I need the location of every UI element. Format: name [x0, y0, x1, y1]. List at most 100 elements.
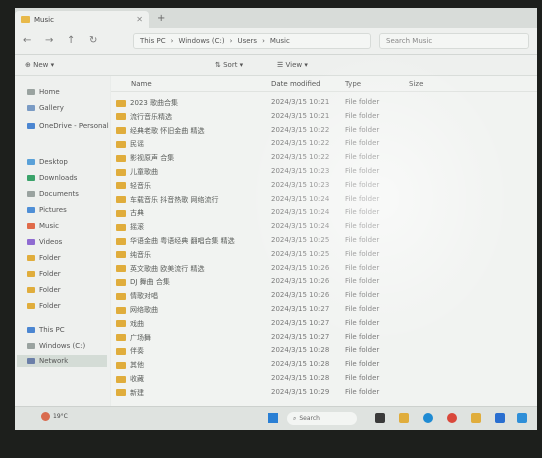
title-bar: Music ✕ +: [15, 8, 537, 28]
sidebar-item-music[interactable]: Music: [27, 220, 59, 232]
sidebar-item-folder[interactable]: Folder: [27, 300, 61, 312]
file-row[interactable]: 华语金曲 粤语经典 翻唱合集 精选 2024/3/15 10:25 File fol…: [111, 234, 537, 247]
sidebar-item-gallery[interactable]: Gallery: [27, 102, 64, 114]
file-type: File folder: [345, 291, 380, 300]
tab-music[interactable]: Music ✕: [15, 11, 149, 28]
breadcrumb[interactable]: This PC › Windows (C:) › Users › Music: [133, 33, 371, 49]
up-button[interactable]: ↑: [67, 35, 75, 46]
file-type: File folder: [345, 277, 380, 286]
sidebar-item-pictures[interactable]: Pictures: [27, 204, 67, 216]
close-icon[interactable]: ✕: [136, 15, 143, 24]
file-name: 纯音乐: [116, 250, 151, 260]
chevron-right-icon: ›: [170, 37, 174, 45]
sidebar-item-drive[interactable]: Windows (C:): [27, 340, 85, 352]
forward-button[interactable]: →: [45, 35, 53, 46]
folder-icon: [116, 168, 126, 176]
file-date: 2024/3/15 10:28: [271, 360, 330, 369]
back-button[interactable]: ←: [23, 35, 31, 46]
column-type[interactable]: Type: [345, 80, 361, 88]
breadcrumb-item[interactable]: This PC: [140, 37, 166, 45]
explorer-icon[interactable]: [399, 413, 409, 423]
file-row[interactable]: 流行音乐精选 2024/3/15 10:21 File folder: [111, 110, 537, 123]
new-button[interactable]: ⊕ New ▾: [25, 61, 54, 69]
chrome-icon[interactable]: [447, 413, 457, 423]
file-row[interactable]: DJ 舞曲 合集 2024/3/15 10:26 File folder: [111, 275, 537, 288]
file-row[interactable]: 影视原声 合集 2024/3/15 10:22 File folder: [111, 151, 537, 164]
file-row[interactable]: 轻音乐 2024/3/15 10:23 File folder: [111, 179, 537, 192]
file-row[interactable]: 广场舞 2024/3/15 10:27 File folder: [111, 331, 537, 344]
file-type: File folder: [345, 180, 380, 189]
file-row[interactable]: 经典老歌 怀旧金曲 精选 2024/3/15 10:22 File folder: [111, 124, 537, 137]
store-icon[interactable]: [495, 413, 505, 423]
file-name: 儿童歌曲: [116, 167, 158, 177]
file-type: File folder: [345, 360, 380, 369]
file-row[interactable]: 网络歌曲 2024/3/15 10:27 File folder: [111, 303, 537, 316]
sidebar-item-documents[interactable]: Documents: [27, 188, 79, 200]
edge-icon[interactable]: [423, 413, 433, 423]
file-name: 英文歌曲 欧美流行 精选: [116, 264, 204, 274]
file-row[interactable]: 摇滚 2024/3/15 10:24 File folder: [111, 220, 537, 233]
folder-icon: [116, 320, 126, 328]
file-row[interactable]: 戏曲 2024/3/15 10:27 File folder: [111, 317, 537, 330]
file-date: 2024/3/15 10:22: [271, 125, 330, 134]
file-row[interactable]: 民谣 2024/3/15 10:22 File folder: [111, 137, 537, 150]
file-date: 2024/3/15 10:24: [271, 222, 330, 231]
sidebar-item-this-pc[interactable]: This PC: [27, 324, 65, 336]
sort-button[interactable]: ⇅ Sort ▾: [215, 61, 243, 69]
sidebar-item-folder[interactable]: Folder: [27, 268, 61, 280]
file-row[interactable]: 其他 2024/3/15 10:28 File folder: [111, 358, 537, 371]
file-type: File folder: [345, 194, 380, 203]
file-row[interactable]: 纯音乐 2024/3/15 10:25 File folder: [111, 248, 537, 261]
file-name: 2023 歌曲合集: [116, 98, 178, 108]
file-name: 收藏: [116, 374, 144, 384]
file-name: DJ 舞曲 合集: [116, 277, 170, 287]
file-row[interactable]: 车载音乐 抖音热歌 网络流行 2024/3/15 10:24 File folder: [111, 193, 537, 206]
file-row[interactable]: 古典 2024/3/15 10:24 File folder: [111, 206, 537, 219]
file-row[interactable]: 情歌对唱 2024/3/15 10:26 File folder: [111, 289, 537, 302]
file-list: Name Date modified Type Size 2023 歌曲合集 20…: [111, 76, 537, 406]
sidebar-item-desktop[interactable]: Desktop: [27, 156, 68, 168]
breadcrumb-item[interactable]: Music: [270, 37, 290, 45]
search-icon: ⌕: [293, 414, 297, 422]
file-row[interactable]: 伴奏 2024/3/15 10:28 File folder: [111, 344, 537, 357]
file-row[interactable]: 收藏 2024/3/15 10:28 File folder: [111, 372, 537, 385]
refresh-button[interactable]: ↻: [89, 35, 97, 46]
file-row[interactable]: 英文歌曲 欧美流行 精选 2024/3/15 10:26 File folder: [111, 262, 537, 275]
file-name: 影视原声 合集: [116, 153, 174, 163]
file-row[interactable]: 儿童歌曲 2024/3/15 10:23 File folder: [111, 165, 537, 178]
file-name: 广场舞: [116, 333, 151, 343]
search-placeholder: Search Music: [386, 37, 433, 45]
sidebar-item-onedrive[interactable]: OneDrive - Personal: [27, 120, 109, 132]
sidebar-item-home[interactable]: Home: [27, 86, 60, 98]
folder-icon: [116, 251, 126, 259]
sidebar-item-folder[interactable]: Folder: [27, 252, 61, 264]
windows-start-icon[interactable]: [268, 413, 278, 423]
sidebar-item-videos[interactable]: Videos: [27, 236, 62, 248]
file-type: File folder: [345, 305, 380, 313]
view-button[interactable]: ☰ View ▾: [277, 61, 308, 69]
file-row[interactable]: 新建 2024/3/15 10:29 File folder: [111, 386, 537, 399]
weather-widget[interactable]: 19°C: [41, 412, 68, 421]
breadcrumb-item[interactable]: Users: [237, 37, 257, 45]
new-tab-button[interactable]: +: [157, 13, 165, 24]
taskbar: 19°C ⌕ Search: [15, 406, 537, 430]
file-row[interactable]: 2023 歌曲合集 2024/3/15 10:21 File folder: [111, 96, 537, 109]
column-name[interactable]: Name: [131, 80, 152, 88]
taskbar-search-input[interactable]: ⌕ Search: [287, 412, 357, 425]
file-name: 车载音乐 抖音热歌 网络流行: [116, 195, 218, 205]
column-size[interactable]: Size: [409, 80, 423, 88]
desktop-icon: [27, 159, 35, 165]
folder-icon[interactable]: [471, 413, 481, 423]
search-input[interactable]: Search Music: [379, 33, 529, 49]
app-icon[interactable]: [517, 413, 527, 423]
column-date[interactable]: Date modified: [271, 80, 321, 88]
address-bar: ← → ↑ ↻ This PC › Windows (C:) › Users ›…: [15, 28, 537, 55]
file-name: 经典老歌 怀旧金曲 精选: [116, 126, 204, 136]
file-type: File folder: [345, 98, 380, 106]
weather-icon: [41, 412, 50, 421]
sidebar-item-network[interactable]: Network: [17, 355, 107, 367]
widgets-icon[interactable]: [375, 413, 385, 423]
sidebar-item-downloads[interactable]: Downloads: [27, 172, 77, 184]
breadcrumb-item[interactable]: Windows (C:): [178, 37, 224, 45]
sidebar-item-folder[interactable]: Folder: [27, 284, 61, 296]
